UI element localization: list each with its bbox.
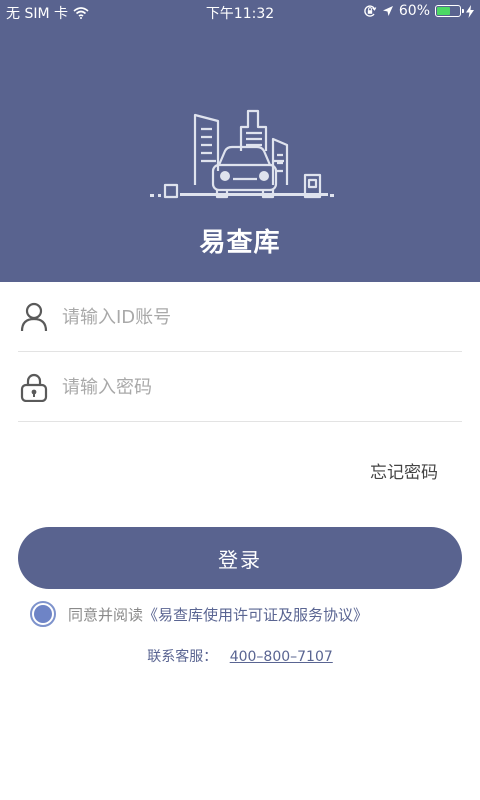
status-bar: 无 SIM 卡 下午11:32 60% xyxy=(0,0,480,24)
password-input[interactable] xyxy=(62,374,442,400)
contact-row: 联系客服： 400–800–7107 xyxy=(0,646,480,666)
city-car-icon xyxy=(150,109,334,199)
location-arrow-icon xyxy=(382,6,393,16)
battery-icon xyxy=(435,5,464,17)
contact-label: 联系客服： xyxy=(147,649,218,665)
header-banner: 无 SIM 卡 下午11:32 60% 易查库 xyxy=(0,0,480,282)
battery-fill xyxy=(437,7,451,15)
agreement-prefix: 同意并阅读 xyxy=(68,605,144,624)
username-field xyxy=(18,282,462,352)
radio-checked-dot xyxy=(34,605,52,623)
battery-percent: 60% xyxy=(398,3,430,19)
contact-phone-link[interactable]: 400–800–7107 xyxy=(230,649,333,665)
app-title: 易查库 xyxy=(199,228,281,258)
status-right: 60% xyxy=(363,3,474,19)
orientation-lock-icon xyxy=(364,5,377,17)
lock-icon xyxy=(20,373,48,402)
forgot-password-link[interactable]: 忘记密码 xyxy=(370,458,438,483)
user-icon xyxy=(20,302,48,332)
charging-bolt-icon xyxy=(466,4,474,18)
agreement-radio[interactable] xyxy=(30,601,56,627)
agreement-row: 同意并阅读 《易查库使用许可证及服务协议》 xyxy=(30,600,368,628)
agreement-link[interactable]: 《易查库使用许可证及服务协议》 xyxy=(143,604,368,625)
login-button[interactable]: 登录 xyxy=(18,527,462,589)
username-input[interactable] xyxy=(62,304,442,330)
password-field xyxy=(18,352,462,422)
